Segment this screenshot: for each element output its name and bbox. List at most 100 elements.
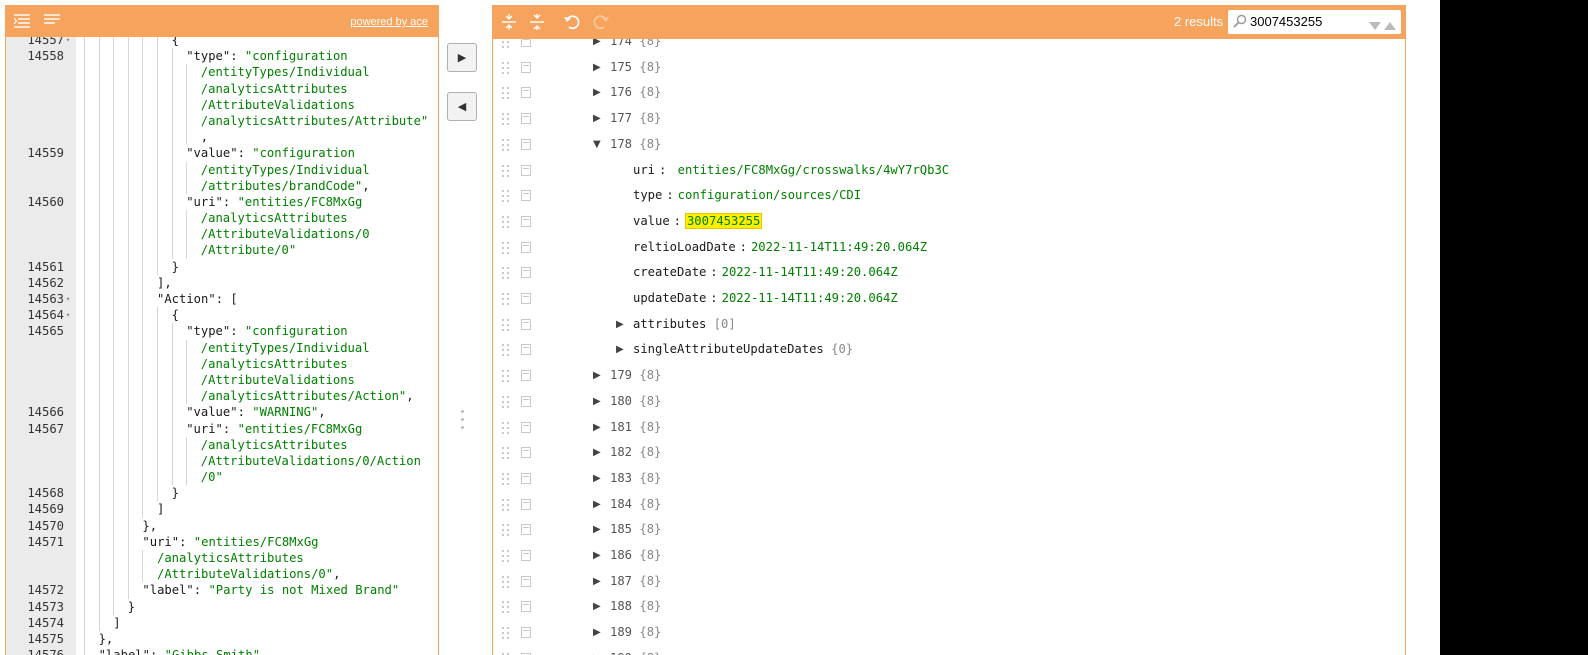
- expand-arrow-icon[interactable]: ▶: [593, 466, 603, 492]
- tree-row[interactable]: ▶ 177 {8}: [493, 106, 1405, 132]
- tree-row[interactable]: value:3007453255: [493, 209, 1405, 235]
- drag-handle-icon[interactable]: [502, 61, 510, 74]
- tree-row[interactable]: ▼ 178 {8}: [493, 132, 1405, 158]
- context-menu-icon[interactable]: [521, 190, 531, 202]
- context-menu-icon[interactable]: [521, 524, 531, 536]
- expand-arrow-icon[interactable]: ▶: [593, 55, 603, 81]
- tree-row[interactable]: createDate:2022-11-14T11:49:20.064Z: [493, 260, 1405, 286]
- fold-arrow-icon[interactable]: ▾: [66, 37, 74, 48]
- drag-handle-icon[interactable]: [502, 447, 510, 460]
- expand-arrow-icon[interactable]: ▶: [593, 569, 603, 595]
- context-menu-icon[interactable]: [521, 215, 531, 227]
- context-menu-icon[interactable]: [521, 601, 531, 613]
- field-value-highlighted[interactable]: 3007453255: [684, 209, 763, 235]
- field-name[interactable]: updateDate: [633, 286, 706, 312]
- tree-row[interactable]: ▶ 189 {8}: [493, 620, 1405, 646]
- panel-splitter-handle[interactable]: [459, 410, 465, 436]
- expand-arrow-icon[interactable]: ▶: [593, 39, 603, 55]
- drag-handle-icon[interactable]: [502, 370, 510, 383]
- drag-handle-icon[interactable]: [502, 395, 510, 408]
- search-next-icon[interactable]: [1369, 16, 1381, 35]
- context-menu-icon[interactable]: [521, 575, 531, 587]
- context-menu-icon[interactable]: [521, 87, 531, 99]
- drag-handle-icon[interactable]: [502, 421, 510, 434]
- expand-arrow-icon[interactable]: ▶: [616, 312, 626, 338]
- context-menu-icon[interactable]: [521, 498, 531, 510]
- expand-arrow-icon[interactable]: ▶: [593, 106, 603, 132]
- tree-row[interactable]: reltioLoadDate:2022-11-14T11:49:20.064Z: [493, 235, 1405, 261]
- context-menu-icon[interactable]: [521, 293, 531, 304]
- field-name[interactable]: value: [633, 209, 670, 235]
- context-menu-icon[interactable]: [521, 113, 531, 125]
- field-value[interactable]: 2022-11-14T11:49:20.064Z: [751, 235, 927, 261]
- tree-row[interactable]: ▶ 187 {8}: [493, 569, 1405, 595]
- expand-arrow-icon[interactable]: ▶: [593, 594, 603, 620]
- expand-arrow-icon[interactable]: ▶: [593, 517, 603, 543]
- tree-row[interactable]: ▶ 179 {8}: [493, 363, 1405, 389]
- drag-handle-icon[interactable]: [502, 524, 510, 537]
- expand-all-icon[interactable]: [499, 13, 519, 31]
- expand-arrow-icon[interactable]: ▶: [593, 440, 603, 466]
- tree-row[interactable]: ▶ singleAttributeUpdateDates {0}: [493, 337, 1405, 363]
- tree-row[interactable]: ▶ 174 {8}: [493, 39, 1405, 55]
- tree-row[interactable]: ▶ 176 {8}: [493, 80, 1405, 106]
- expand-arrow-icon[interactable]: ▶: [593, 415, 603, 441]
- format-json-icon[interactable]: [13, 13, 31, 29]
- drag-handle-icon[interactable]: [502, 344, 510, 357]
- fold-arrow-icon[interactable]: ▾: [66, 307, 74, 323]
- context-menu-icon[interactable]: [521, 267, 531, 279]
- context-menu-icon[interactable]: [521, 39, 531, 47]
- drag-handle-icon[interactable]: [502, 113, 510, 126]
- expand-arrow-icon[interactable]: ▶: [593, 80, 603, 106]
- tree-row[interactable]: type: configuration/sources/CDI: [493, 183, 1405, 209]
- powered-by-ace-link[interactable]: powered by ace: [350, 16, 428, 28]
- drag-handle-icon[interactable]: [502, 241, 510, 254]
- collapse-all-icon[interactable]: [527, 13, 547, 31]
- context-menu-icon[interactable]: [521, 421, 531, 433]
- tree-row[interactable]: ▶ 186 {8}: [493, 543, 1405, 569]
- compact-json-icon[interactable]: [43, 13, 61, 29]
- search-input[interactable]: [1250, 13, 1360, 30]
- context-menu-icon[interactable]: [521, 395, 531, 407]
- undo-icon[interactable]: [562, 13, 582, 31]
- field-value[interactable]: 2022-11-14T11:49:20.064Z: [722, 286, 898, 312]
- expand-arrow-icon[interactable]: ▶: [593, 646, 603, 655]
- drag-handle-icon[interactable]: [502, 498, 510, 511]
- context-menu-icon[interactable]: [521, 627, 531, 639]
- field-value[interactable]: 2022-11-14T11:49:20.064Z: [722, 260, 898, 286]
- context-menu-icon[interactable]: [521, 241, 531, 253]
- field-name[interactable]: type: [633, 183, 662, 209]
- expand-arrow-icon[interactable]: ▶: [593, 543, 603, 569]
- expand-arrow-icon[interactable]: ▶: [593, 620, 603, 646]
- context-menu-icon[interactable]: [521, 318, 531, 330]
- tree-row[interactable]: ▶ 182 {8}: [493, 440, 1405, 466]
- tree-row[interactable]: ▶ 175 {8}: [493, 55, 1405, 81]
- field-name[interactable]: createDate: [633, 260, 706, 286]
- drag-handle-icon[interactable]: [502, 318, 510, 331]
- expand-arrow-icon[interactable]: ▶: [616, 337, 626, 363]
- drag-handle-icon[interactable]: [502, 39, 510, 48]
- copy-to-right-button[interactable]: ▶: [447, 43, 477, 72]
- tree-row[interactable]: ▶ 181 {8}: [493, 415, 1405, 441]
- redo-icon[interactable]: [591, 13, 611, 31]
- drag-handle-icon[interactable]: [502, 190, 510, 203]
- drag-handle-icon[interactable]: [502, 472, 510, 485]
- copy-to-left-button[interactable]: ◀: [447, 92, 477, 121]
- context-menu-icon[interactable]: [521, 138, 531, 150]
- context-menu-icon[interactable]: [521, 472, 531, 484]
- drag-handle-icon[interactable]: [502, 601, 510, 614]
- collapse-arrow-icon[interactable]: ▼: [593, 132, 603, 158]
- code-area[interactable]: 14557 ▾{14558 "type": "configuration/entit…: [6, 37, 438, 655]
- context-menu-icon[interactable]: [521, 447, 531, 459]
- drag-handle-icon[interactable]: [502, 267, 510, 280]
- context-menu-icon[interactable]: [521, 344, 531, 356]
- field-value[interactable]: entities/FC8MxGg/crosswalks/4wY7rQb3C: [678, 158, 950, 184]
- search-previous-icon[interactable]: [1384, 16, 1396, 35]
- drag-handle-icon[interactable]: [502, 627, 510, 640]
- drag-handle-icon[interactable]: [502, 550, 510, 562]
- drag-handle-icon[interactable]: [502, 293, 510, 305]
- expand-arrow-icon[interactable]: ▶: [593, 389, 603, 415]
- tree-row[interactable]: ▶ 185 {8}: [493, 517, 1405, 543]
- context-menu-icon[interactable]: [521, 61, 531, 73]
- fold-arrow-icon[interactable]: ▾: [66, 291, 74, 307]
